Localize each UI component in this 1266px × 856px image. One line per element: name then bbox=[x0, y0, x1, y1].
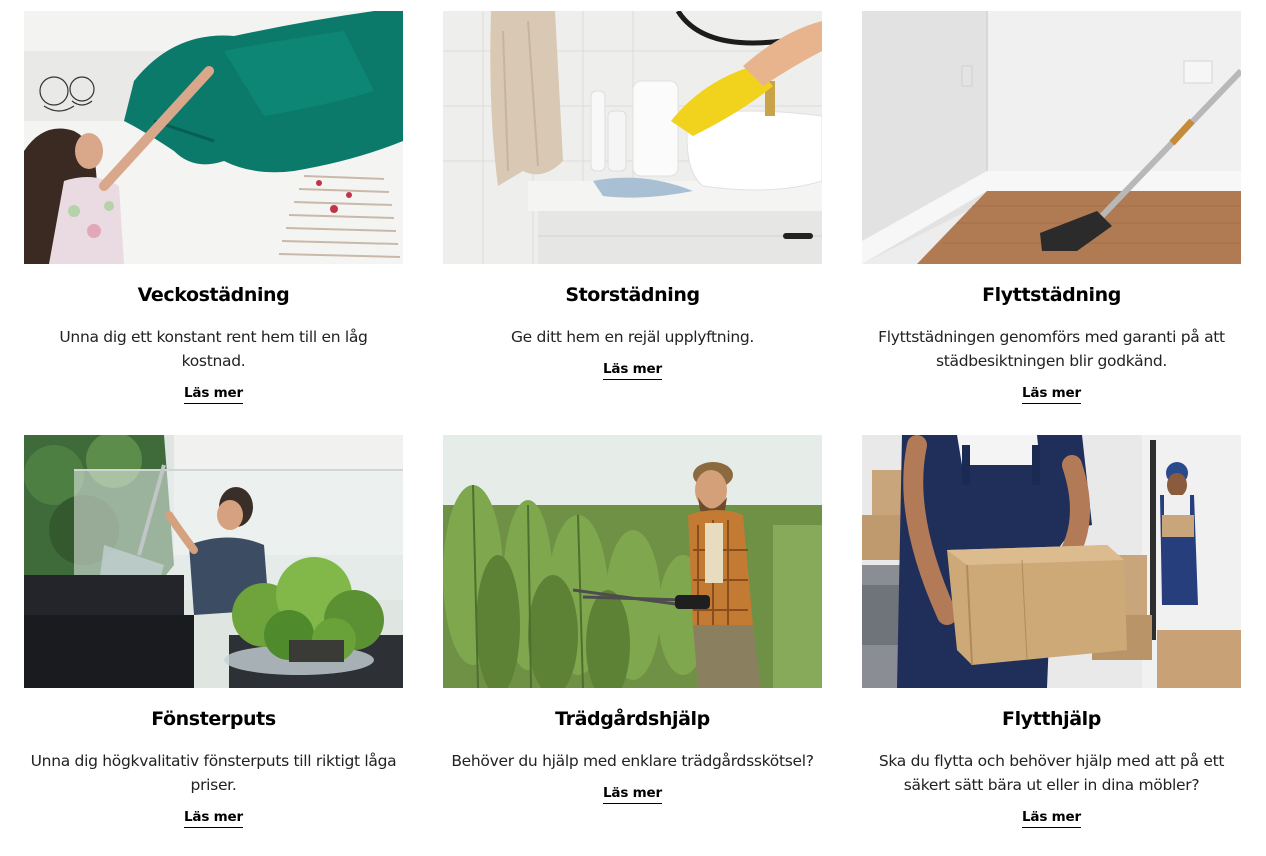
photo-woman-hanging-towel bbox=[24, 11, 403, 264]
read-more-link[interactable]: Läs mer bbox=[603, 361, 662, 380]
read-more-link[interactable]: Läs mer bbox=[1022, 385, 1081, 404]
photo-window-cleaning bbox=[24, 435, 403, 688]
read-more-link[interactable]: Läs mer bbox=[1022, 809, 1081, 828]
service-description: Unna dig ett konstant rent hem till en l… bbox=[59, 328, 368, 370]
service-card-flyttstadning: Flyttstädning Flyttstädningen genomförs … bbox=[862, 11, 1241, 435]
service-title: Trädgårdshjälp bbox=[555, 708, 710, 730]
service-card-veckostadning: Veckostädning Unna dig ett konstant rent… bbox=[24, 11, 403, 435]
services-grid: Veckostädning Unna dig ett konstant rent… bbox=[24, 11, 1241, 855]
service-title: Storstädning bbox=[565, 284, 700, 306]
photo-movers-boxes bbox=[862, 435, 1241, 688]
photo-vacuum-floor bbox=[862, 11, 1241, 264]
service-card-storstadning: Storstädning Ge ditt hem en rejäl upplyf… bbox=[443, 11, 822, 435]
read-more-link[interactable]: Läs mer bbox=[603, 785, 662, 804]
service-card-fonsterputs: Fönsterputs Unna dig högkvalitativ fönst… bbox=[24, 435, 403, 855]
service-title: Flytthjälp bbox=[1001, 708, 1102, 730]
read-more-link[interactable]: Läs mer bbox=[184, 809, 243, 828]
service-description: Unna dig högkvalitativ fönsterputs till … bbox=[30, 752, 397, 794]
service-title: Veckostädning bbox=[137, 284, 290, 306]
service-card-flytthjalp: Flytthjälp Ska du flytta och behöver hjä… bbox=[862, 435, 1241, 855]
service-title: Fönsterputs bbox=[151, 708, 276, 730]
read-more-link[interactable]: Läs mer bbox=[184, 385, 243, 404]
service-title: Flyttstädning bbox=[982, 284, 1121, 306]
service-description: Ge ditt hem en rejäl upplyftning. bbox=[510, 328, 755, 346]
photo-cleaning-sink bbox=[443, 11, 822, 264]
service-description: Flyttstädningen genomförs med garanti på… bbox=[878, 328, 1225, 370]
service-description: Behöver du hjälp med enklare trädgårdssk… bbox=[451, 752, 814, 770]
service-description: Ska du flytta och behöver hjälp med att … bbox=[878, 752, 1225, 794]
service-card-tradgardshjalp: Trädgårdshjälp Behöver du hjälp med enkl… bbox=[443, 435, 822, 855]
photo-gardener-hedge bbox=[443, 435, 822, 688]
